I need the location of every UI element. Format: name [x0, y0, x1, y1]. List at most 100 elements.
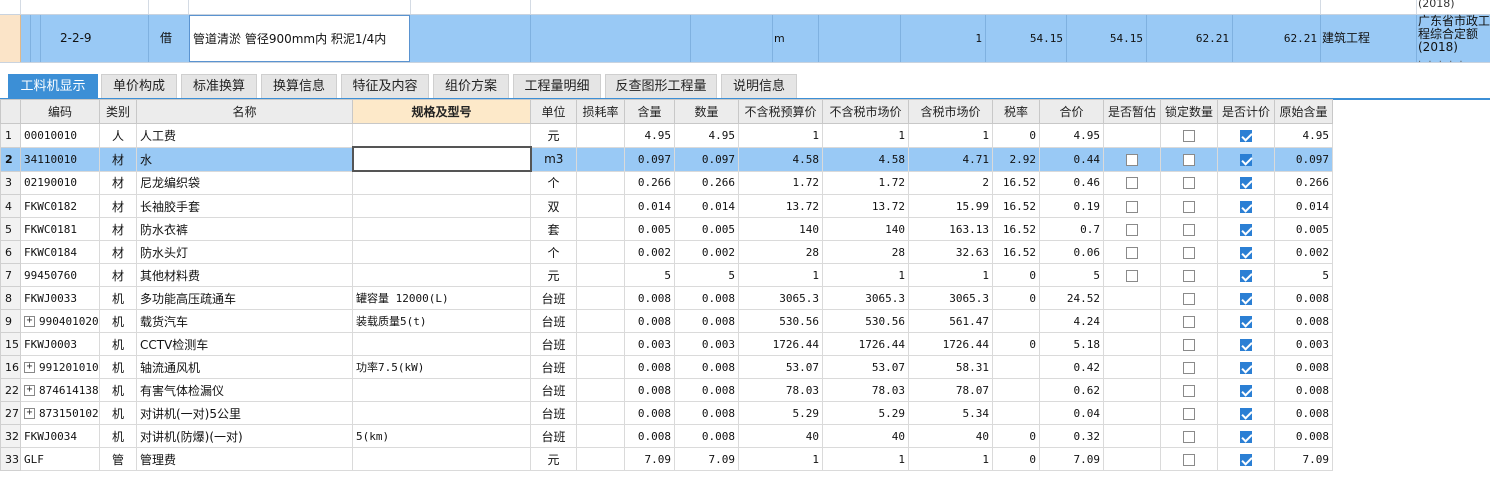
row-number[interactable]: 3: [0, 170, 21, 195]
cell-unit[interactable]: 元: [530, 447, 577, 471]
cell-code[interactable]: FKWC0184: [20, 240, 100, 264]
cell-type[interactable]: 材: [99, 170, 137, 195]
priced-checkbox[interactable]: [1240, 292, 1252, 305]
cell-budget-price[interactable]: 1: [738, 447, 823, 471]
cell-code[interactable]: 99450760: [20, 263, 100, 287]
header-tax-rate[interactable]: 税率: [992, 99, 1040, 124]
cell-original-content[interactable]: 7.09: [1274, 447, 1333, 471]
cell-original-content[interactable]: 0.008: [1274, 309, 1333, 333]
cell-original-content[interactable]: 0.014: [1274, 194, 1333, 218]
cell-quantity[interactable]: 5: [674, 263, 739, 287]
cell-type[interactable]: 管: [99, 447, 137, 471]
cell-total[interactable]: 0.62: [1039, 378, 1104, 402]
lock-quantity-checkbox[interactable]: [1183, 200, 1195, 213]
cell-loss-rate[interactable]: [576, 447, 625, 471]
cell-market-price[interactable]: 1: [822, 263, 909, 287]
cell-tax-rate[interactable]: 0: [992, 447, 1040, 471]
cell-code[interactable]: GLF: [20, 447, 100, 471]
cell-tax-market-price[interactable]: 1726.44: [908, 332, 993, 356]
priced-checkbox[interactable]: [1240, 384, 1252, 397]
cell-tax-market-price[interactable]: 561.47: [908, 309, 993, 333]
cell-tax-market-price[interactable]: 15.99: [908, 194, 993, 218]
cell-type[interactable]: 材: [99, 217, 137, 241]
cell-budget-price[interactable]: 28: [738, 240, 823, 264]
cell-name[interactable]: 人工费: [136, 123, 353, 148]
tab-graphic-quantity-lookup[interactable]: 反查图形工程量: [605, 74, 717, 98]
cell-tax-market-price[interactable]: 5.34: [908, 401, 993, 425]
cell-name[interactable]: 防水衣裤: [136, 217, 353, 241]
cell-tax-rate[interactable]: 0: [992, 332, 1040, 356]
row-number[interactable]: 15: [0, 332, 21, 356]
cell-type[interactable]: 机: [99, 378, 137, 402]
cell-tax-rate[interactable]: 16.52: [992, 194, 1040, 218]
cell-quantity[interactable]: 0.008: [674, 309, 739, 333]
cell-content[interactable]: 0.003: [624, 332, 675, 356]
cell-loss-rate[interactable]: [576, 146, 625, 172]
cell-content[interactable]: 5: [624, 263, 675, 287]
cell-tax-rate[interactable]: 0: [992, 424, 1040, 448]
priced-checkbox[interactable]: [1240, 315, 1252, 328]
cell-original-content[interactable]: 0.003: [1274, 332, 1333, 356]
priced-checkbox[interactable]: [1240, 361, 1252, 374]
cell-quantity[interactable]: 0.008: [674, 378, 739, 402]
cell-total[interactable]: 0.7: [1039, 217, 1104, 241]
cell-type[interactable]: 机: [99, 355, 137, 379]
cell-code[interactable]: 02190010: [20, 170, 100, 195]
priced-checkbox[interactable]: [1240, 269, 1252, 282]
lock-quantity-checkbox[interactable]: [1183, 384, 1195, 397]
tab-description-info[interactable]: 说明信息: [721, 74, 797, 98]
provisional-checkbox[interactable]: [1126, 200, 1138, 213]
cell-spec[interactable]: 罐容量 12000(L): [352, 286, 531, 310]
cell-loss-rate[interactable]: [576, 170, 625, 195]
table-row[interactable]: 3 02190010 材 尼龙编织袋 个 0.266 0.266 1.72 1.…: [0, 170, 1333, 195]
cell-name[interactable]: CCTV检测车: [136, 332, 353, 356]
provisional-checkbox[interactable]: [1126, 269, 1138, 282]
cell-loss-rate[interactable]: [576, 424, 625, 448]
cell-tax-rate[interactable]: 16.52: [992, 240, 1040, 264]
table-row[interactable]: 6 FKWC0184 材 防水头灯 个 0.002 0.002 28 28 32…: [0, 240, 1333, 264]
cell-original-content[interactable]: 0.008: [1274, 401, 1333, 425]
cell-original-content[interactable]: 4.95: [1274, 123, 1333, 148]
expand-icon[interactable]: +: [24, 385, 35, 396]
cell-total[interactable]: 5: [1039, 263, 1104, 287]
cell-name[interactable]: 多功能高压疏通车: [136, 286, 353, 310]
cell-total[interactable]: 5.18: [1039, 332, 1104, 356]
cell-tax-rate[interactable]: [992, 401, 1040, 425]
cell-code[interactable]: +991201010: [20, 355, 100, 379]
cell-name[interactable]: 对讲机(防爆)(一对): [136, 424, 353, 448]
cell-type[interactable]: 机: [99, 332, 137, 356]
cell-type[interactable]: 材: [99, 240, 137, 264]
cell-name[interactable]: 其他材料费: [136, 263, 353, 287]
cell-loss-rate[interactable]: [576, 240, 625, 264]
table-row[interactable]: 9 +990401020 机 载货汽车 装载质量5(t) 台班 0.008 0.…: [0, 309, 1333, 333]
cell-content[interactable]: 4.95: [624, 123, 675, 148]
provisional-checkbox[interactable]: [1126, 223, 1138, 236]
cell-market-price[interactable]: 1.72: [822, 170, 909, 195]
cell-market-price[interactable]: 1: [822, 447, 909, 471]
priced-checkbox[interactable]: [1240, 129, 1252, 142]
header-budget-price[interactable]: 不含税预算价: [738, 99, 823, 124]
cell-spec[interactable]: 装载质量5(t): [352, 309, 531, 333]
cell-original-content[interactable]: 0.266: [1274, 170, 1333, 195]
cell-quantity[interactable]: 4.95: [674, 123, 739, 148]
cell-spec[interactable]: [351, 146, 532, 172]
header-provisional[interactable]: 是否暂估: [1103, 99, 1161, 124]
priced-checkbox[interactable]: [1240, 177, 1252, 190]
row-number[interactable]: 5: [0, 217, 21, 241]
cell-content[interactable]: 0.097: [624, 146, 675, 172]
row-number[interactable]: 8: [0, 286, 21, 310]
cell-quantity[interactable]: 0.003: [674, 332, 739, 356]
cell-name[interactable]: 载货汽车: [136, 309, 353, 333]
cell-unit[interactable]: m3: [530, 146, 577, 172]
cell-tax-market-price[interactable]: 2: [908, 170, 993, 195]
expand-icon[interactable]: +: [24, 362, 35, 373]
lock-quantity-checkbox[interactable]: [1183, 361, 1195, 374]
cell-original-content[interactable]: 0.008: [1274, 355, 1333, 379]
priced-checkbox[interactable]: [1240, 246, 1252, 259]
cell-content[interactable]: 0.266: [624, 170, 675, 195]
cell-total[interactable]: 0.46: [1039, 170, 1104, 195]
cell-unit[interactable]: 双: [530, 194, 577, 218]
cell-unit[interactable]: 台班: [530, 332, 577, 356]
cell-quantity[interactable]: 0.014: [674, 194, 739, 218]
cell-total[interactable]: 0.42: [1039, 355, 1104, 379]
